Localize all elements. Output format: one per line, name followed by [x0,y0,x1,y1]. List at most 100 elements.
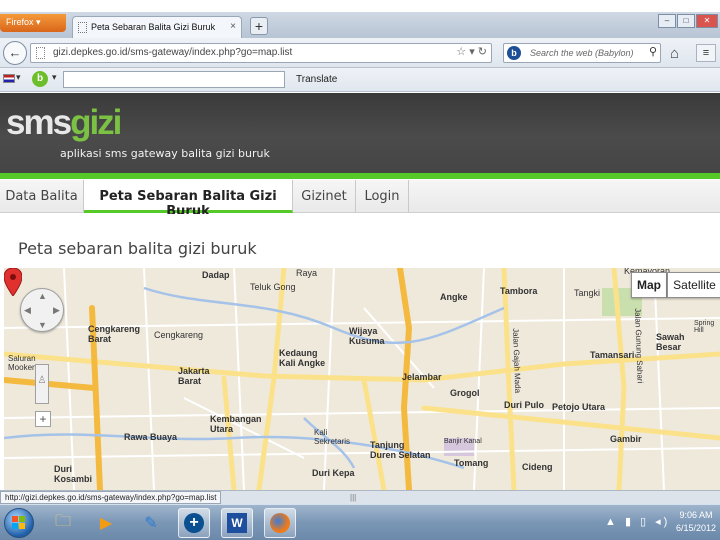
nav-login[interactable]: Login [356,180,409,213]
browser-tab[interactable]: Peta Sebaran Balita Gizi Buruk × [72,16,242,38]
map-label: Tambora [500,286,538,296]
map-marker-icon[interactable] [4,268,22,296]
map-label: Rawa Buaya [124,432,178,442]
nav-peta-sebaran[interactable]: Peta Sebaran Balita Gizi Buruk [84,180,293,219]
map-label: Sawah Besar [656,332,685,352]
map-label: Duri Kepa [312,468,355,478]
magnifier-icon[interactable]: ⚲ [649,45,657,58]
status-bar: http://gizi.depkes.go.id/sms-gateway/ind… [0,490,720,504]
nav-gizinet[interactable]: Gizinet [293,180,356,213]
close-tab-icon[interactable]: × [230,21,236,32]
page-title: Peta sebaran balita gizi buruk [18,239,257,258]
tools-icon[interactable]: ✎ [135,508,167,538]
map-pan-control[interactable]: ▲ ▼ ◀ ▶ [20,288,64,332]
map-type-satellite-button[interactable]: Satellite [667,272,720,298]
map-label: Jakarta Barat [178,366,210,386]
map-label: Banjir Kanal [444,438,482,445]
translate-input[interactable] [63,71,285,88]
site-logo[interactable]: smsgizi [6,103,122,143]
map-label: Duri Pulo [504,400,544,410]
firefox-icon[interactable] [264,508,296,538]
map-type-map-button[interactable]: Map [631,272,667,298]
close-window-button[interactable]: ✕ [696,14,718,28]
header-divider [0,173,720,179]
new-tab-button[interactable]: + [250,17,268,35]
pan-down-icon[interactable]: ▼ [38,320,47,330]
street-view-pegman-icon[interactable]: ♙ [35,364,49,404]
system-tray-icons[interactable]: ▲ ▮ ▯ ◂) [605,515,670,528]
map-label: Petojo Utara [552,402,606,412]
map-label: Tamansari [590,350,635,360]
pan-right-icon[interactable]: ▶ [53,305,60,316]
map-label: Kembangan Utara [210,414,262,434]
map-label: Tangki [574,288,601,298]
home-icon[interactable]: ⌂ [670,45,679,62]
map-label: Kedaung Kali Angke [279,348,326,368]
zoom-in-button[interactable]: + [35,411,51,427]
flag-dropdown-icon[interactable]: ▾ [16,72,21,83]
map-label: Gambir [610,434,642,444]
back-button[interactable]: ← [3,41,27,65]
logo-gizi: gizi [70,103,122,142]
map-label: Grogol [450,388,480,398]
translate-button[interactable]: Translate [296,74,337,85]
map-label: Tomang [454,458,489,468]
map-label: Cengkareng [154,330,204,340]
map-roads [4,268,720,490]
clock-date: 6/15/2012 [675,523,717,533]
start-button[interactable] [4,508,34,538]
app-plus-icon[interactable]: + [178,508,210,538]
pan-up-icon[interactable]: ▲ [38,291,47,301]
map-label: Wijaya Kusuma [349,326,385,346]
map-label: Tanjung Duren Selatan [370,440,431,460]
firefox-menu-label: Firefox [6,17,34,27]
flag-icon[interactable] [3,74,15,83]
firefox-menu-button[interactable]: Firefox ▾ [0,14,66,32]
status-url: http://gizi.depkes.go.id/sms-gateway/ind… [0,491,222,504]
search-placeholder: Search the web (Babylon) [530,48,634,58]
url-text: gizi.depkes.go.id/sms-gateway/index.php?… [53,47,293,58]
babylon-icon[interactable]: b [32,71,48,87]
map-label: Teluk Gong [250,282,296,292]
site-tagline: aplikasi sms gateway balita gizi buruk [60,147,270,160]
pan-left-icon[interactable]: ◀ [24,305,31,316]
tab-title: Peta Sebaran Balita Gizi Buruk [91,22,216,32]
map-label: Raya [296,268,318,278]
site-identity-icon [36,47,45,59]
site-nav: Data Balita Peta Sebaran Balita Gizi Bur… [0,180,720,219]
map-label: Angke [440,292,468,302]
babylon-search-icon[interactable]: b [507,46,521,60]
media-player-icon[interactable]: ▶ [90,508,122,538]
maximize-button[interactable]: □ [677,14,695,28]
minimize-button[interactable]: – [658,14,676,28]
logo-sms: sms [6,103,72,142]
map-label: Cengkareng Barat [88,324,141,344]
clock-time: 9:06 AM [679,510,713,520]
taskbar-clock[interactable]: 9:06 AM 6/15/2012 [675,509,717,535]
screen: Firefox ▾ Peta Sebaran Balita Gizi Buruk… [0,0,720,540]
map-label: Kali Sekretaris [314,428,351,446]
browser-tab-bar: Firefox ▾ Peta Sebaran Balita Gizi Buruk… [0,12,720,38]
url-bar[interactable]: gizi.depkes.go.id/sms-gateway/index.php?… [30,43,492,63]
map-label: Dadap [202,270,230,280]
site-header: smsgizi aplikasi sms gateway balita gizi… [0,93,720,173]
translate-toolbar: ▾ b ▾ Translate [0,68,720,92]
babylon-dropdown-icon[interactable]: ▾ [52,72,57,83]
map-label: Jelambar [402,372,442,382]
navigation-toolbar: ← gizi.depkes.go.id/sms-gateway/index.ph… [0,38,720,68]
word-icon[interactable]: W [221,508,253,538]
map-canvas[interactable]: Raya Kemayoran Dadap Teluk Gong Angke Ta… [4,268,720,490]
page-favicon-icon [78,22,87,33]
map-label: Spring Hill [694,320,715,334]
windows-taskbar: 🗀 ▶ ✎ + W ▲ ▮ ▯ ◂) 9:06 AM 6/15/2012 [0,504,720,540]
windows-logo-icon [12,516,26,530]
map-label: Duri Kosambi [54,464,93,484]
file-explorer-icon[interactable]: 🗀 [47,508,79,538]
window-controls: – □ ✕ [658,14,718,28]
menu-icon[interactable]: ≡ [696,44,716,62]
nav-data-balita[interactable]: Data Balita [0,180,84,213]
scrollbar-grip-icon[interactable]: ||| [350,493,356,502]
map-label: Cideng [522,462,553,472]
bookmark-star-icon[interactable]: ☆ ▾ ↻ [456,45,487,58]
search-bar[interactable]: b Search the web (Babylon) ⚲ [503,43,661,63]
